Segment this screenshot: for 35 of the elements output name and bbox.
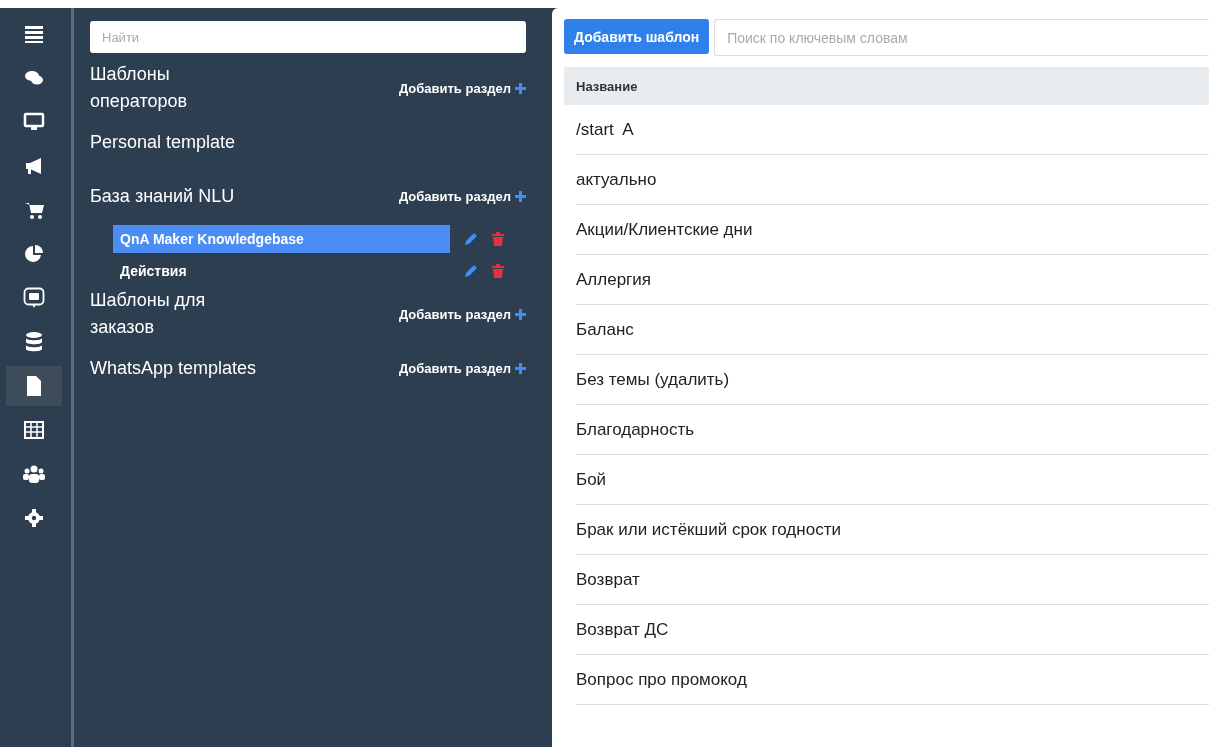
add-section-link[interactable]: Добавить раздел bbox=[398, 360, 511, 376]
keyword-search-field[interactable]: Поиск по ключевым словам bbox=[714, 19, 1209, 56]
plus-icon[interactable] bbox=[515, 308, 526, 320]
table-cell[interactable]: Аллергия bbox=[576, 269, 651, 290]
table-cell[interactable]: Бой bbox=[576, 469, 607, 490]
table-cell[interactable]: Вопрос про промокод bbox=[576, 669, 747, 690]
pencil-icon[interactable] bbox=[464, 264, 478, 278]
table-cell[interactable]: /start A bbox=[576, 119, 634, 140]
add-template-button[interactable]: Добавить шаблон bbox=[564, 19, 710, 54]
trash-icon[interactable] bbox=[492, 232, 504, 246]
trash-icon[interactable] bbox=[492, 264, 504, 278]
column-header: Название bbox=[576, 78, 638, 94]
table-cell[interactable]: Благодарность bbox=[576, 419, 695, 440]
section-title[interactable]: Шаблоны операторов bbox=[90, 61, 260, 115]
table-cell[interactable]: Возврат ДС bbox=[576, 619, 669, 640]
document-icon[interactable] bbox=[6, 366, 62, 406]
add-section-link[interactable]: Добавить раздел bbox=[398, 306, 511, 322]
table-cell[interactable]: Без темы (удалить) bbox=[576, 369, 730, 390]
table-cell[interactable]: актуально bbox=[576, 169, 657, 190]
add-section-link[interactable]: Добавить раздел bbox=[398, 80, 511, 96]
section-title[interactable]: Шаблоны для заказов bbox=[90, 287, 260, 341]
pencil-icon[interactable] bbox=[464, 232, 478, 246]
table-cell[interactable]: Брак или истёкший срок годности bbox=[576, 519, 841, 540]
add-section-link[interactable]: Добавить раздел bbox=[398, 188, 511, 204]
search-field[interactable]: Найти bbox=[90, 21, 526, 53]
table-cell[interactable]: Акции/Клиентские дни bbox=[576, 219, 753, 240]
plus-icon[interactable] bbox=[515, 82, 526, 94]
section-title[interactable]: Personal template bbox=[90, 128, 236, 156]
plus-icon[interactable] bbox=[515, 362, 526, 374]
plus-icon[interactable] bbox=[515, 190, 526, 202]
subsection-item[interactable]: Действия bbox=[113, 257, 450, 285]
section-title[interactable]: WhatsApp templates bbox=[90, 354, 257, 382]
section-title[interactable]: База знаний NLU bbox=[90, 182, 235, 210]
table-cell[interactable]: Возврат bbox=[576, 569, 640, 590]
table-cell[interactable]: Баланс bbox=[576, 319, 634, 340]
